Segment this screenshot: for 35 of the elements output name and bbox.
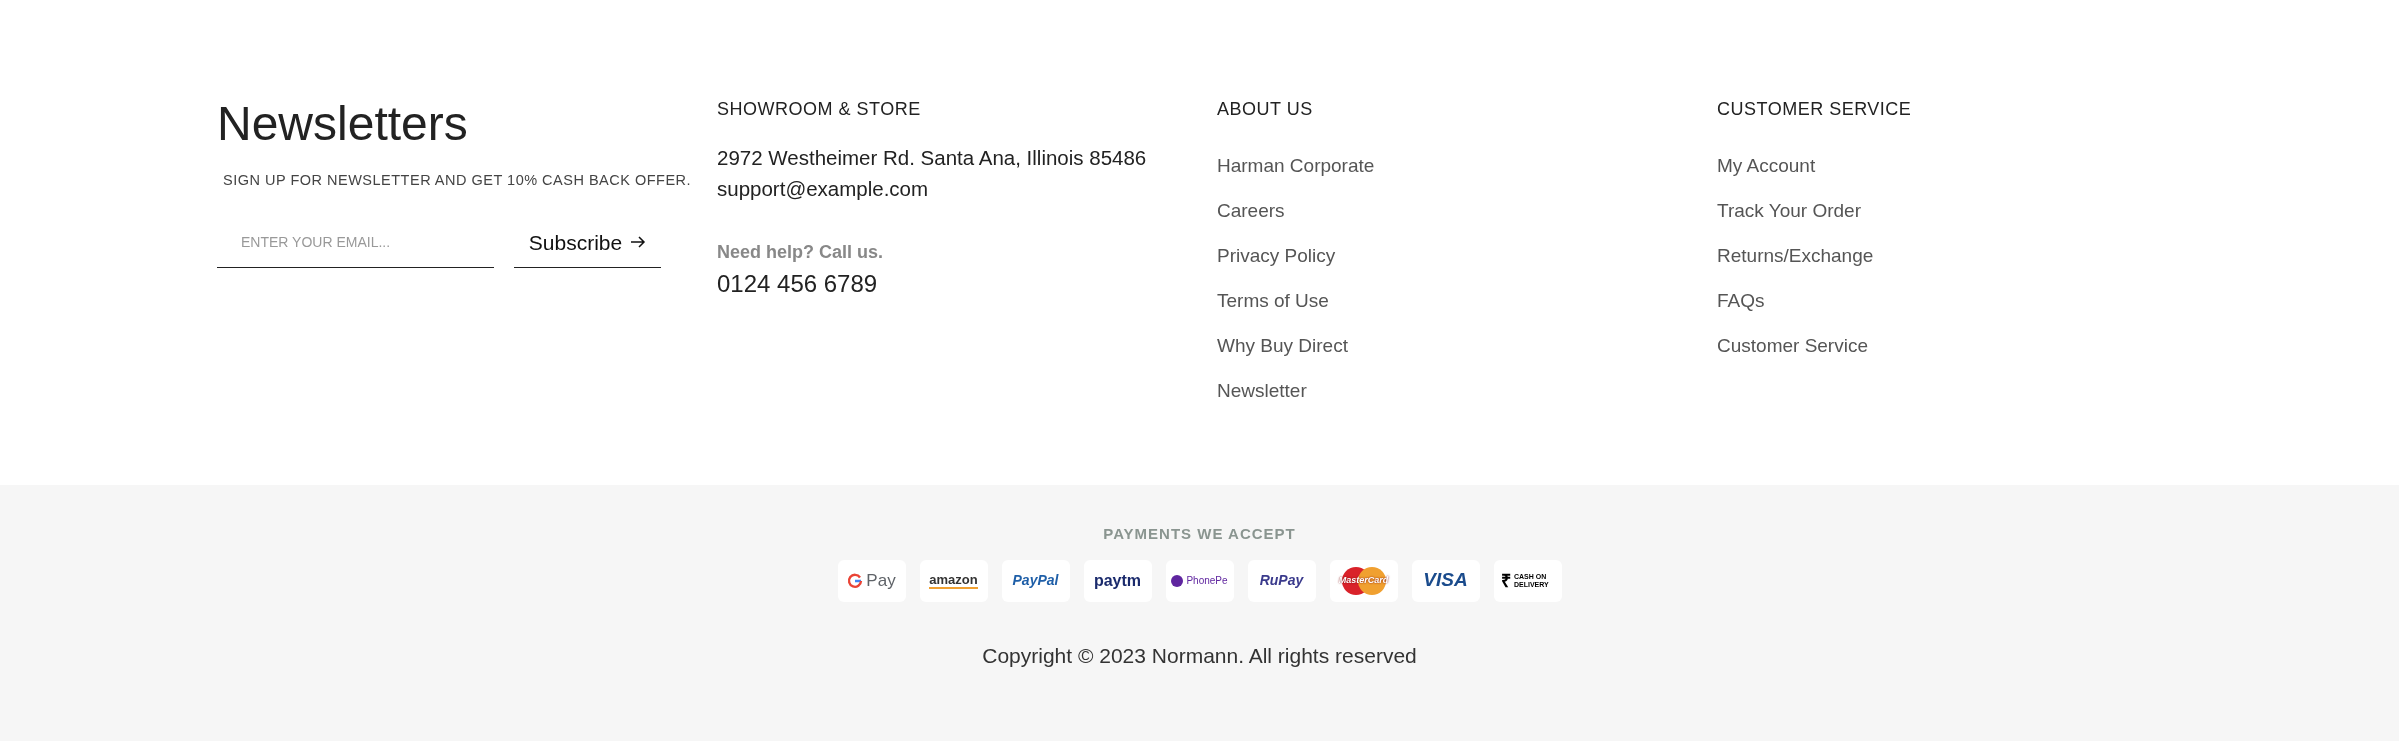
- newsletter-subtitle: SIGN UP FOR NEWSLETTER AND GET 10% CASH BACK OFFER.: [223, 171, 693, 190]
- footer-link[interactable]: Privacy Policy: [1217, 243, 1336, 269]
- footer-link[interactable]: Careers: [1217, 198, 1285, 224]
- footer-link[interactable]: Terms of Use: [1217, 288, 1329, 314]
- footer-link[interactable]: Customer Service: [1717, 333, 1868, 359]
- newsletter-title: Newsletters: [217, 100, 469, 148]
- footer-link[interactable]: Harman Corporate: [1217, 153, 1375, 179]
- subscribe-button[interactable]: Subscribe: [514, 217, 661, 268]
- copyright-text: Copyright © 2023 Normann. All rights reserved: [982, 642, 1417, 669]
- column-heading: ABOUT US: [1217, 98, 1314, 121]
- payments-heading: PAYMENTS WE ACCEPT: [1103, 524, 1296, 544]
- g-letter-icon: [847, 572, 864, 589]
- email-link[interactable]: support@example.com: [717, 173, 1217, 205]
- column-heading: SHOWROOM & STORE: [717, 98, 922, 121]
- footer-link[interactable]: Why Buy Direct: [1217, 333, 1348, 359]
- footer-link[interactable]: My Account: [1717, 153, 1816, 179]
- phone-number: 0124 456 6789: [717, 268, 879, 299]
- footer-link[interactable]: FAQs: [1717, 288, 1765, 314]
- rupee-symbol: ₹: [1501, 571, 1511, 590]
- footer-link[interactable]: Newsletter: [1217, 378, 1307, 404]
- logo-text: amazon: [929, 572, 978, 589]
- logo-text: VISA: [1423, 568, 1468, 593]
- logo-text: paytm: [1093, 570, 1142, 591]
- arrow-right-icon: [630, 235, 647, 250]
- email-field[interactable]: ENTER YOUR EMAIL...: [217, 217, 494, 268]
- help-text: Need help? Call us.: [717, 240, 885, 264]
- logo-text: PayPal: [1012, 571, 1059, 590]
- phonepe-mark-icon: [1171, 574, 1184, 587]
- column-heading: CUSTOMER SERVICE: [1717, 98, 1913, 121]
- logo-text: PhonePe: [1186, 574, 1228, 588]
- footer-link[interactable]: Track Your Order: [1717, 198, 1861, 224]
- logo-text: Pay: [866, 569, 896, 592]
- address-text: 2972 Westheimer Rd. Santa Ana, Illinois 85486: [717, 145, 1148, 171]
- logo-text: RuPay: [1259, 571, 1304, 590]
- footer-link[interactable]: Returns/Exchange: [1717, 243, 1874, 269]
